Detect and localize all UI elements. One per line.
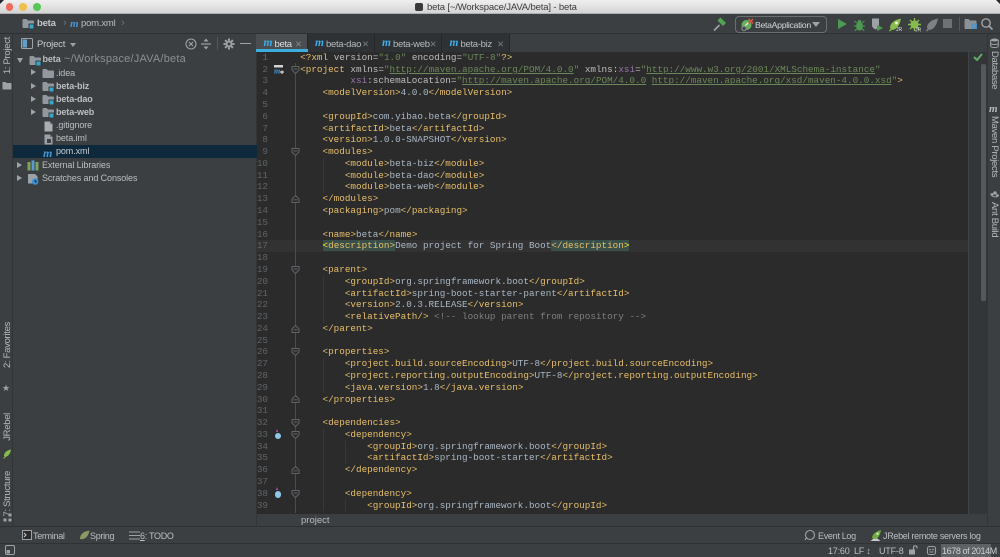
svg-text:m: m <box>274 67 280 76</box>
svg-text:JR: JR <box>896 27 903 32</box>
svg-text:JR: JR <box>915 28 922 33</box>
